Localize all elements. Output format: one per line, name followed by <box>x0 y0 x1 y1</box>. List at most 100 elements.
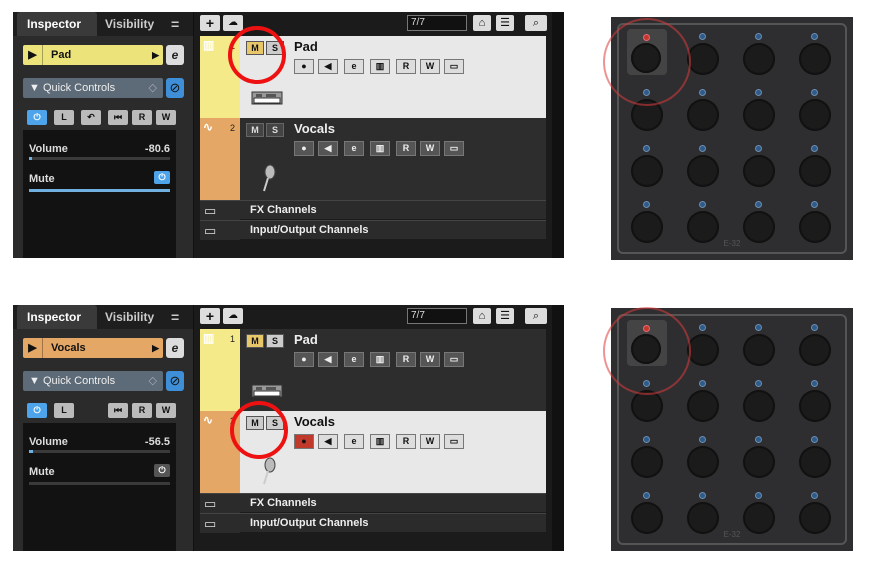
knob[interactable] <box>687 155 719 187</box>
knob[interactable] <box>687 390 719 422</box>
menu-icon[interactable]: = <box>171 12 179 36</box>
read-button[interactable]: R <box>132 403 152 418</box>
qc-volume[interactable]: Volume -80.6 <box>29 143 174 171</box>
link-icon[interactable]: L <box>54 403 74 418</box>
quick-controls-header[interactable]: ▼ Quick Controls ◇ <box>23 371 163 391</box>
knob[interactable] <box>631 502 663 534</box>
keyboard-icon[interactable]: ▥ <box>370 141 390 156</box>
tab-visibility[interactable]: Visibility <box>105 305 154 329</box>
write-button[interactable]: W <box>420 141 440 156</box>
knob[interactable] <box>743 334 775 366</box>
add-track-button[interactable]: + <box>200 15 220 31</box>
knob[interactable] <box>799 334 831 366</box>
add-instrument-icon[interactable]: ☁ <box>223 308 243 324</box>
record-button[interactable]: ● <box>294 352 314 367</box>
edit-button[interactable]: e <box>344 141 364 156</box>
knob[interactable] <box>799 155 831 187</box>
knob[interactable] <box>799 390 831 422</box>
keyboard-icon[interactable]: ▥ <box>370 434 390 449</box>
add-track-button[interactable]: + <box>200 308 220 324</box>
lanes-icon[interactable]: ▭ <box>444 59 464 74</box>
read-button[interactable]: R <box>396 352 416 367</box>
read-button[interactable]: R <box>396 141 416 156</box>
record-button[interactable]: ● <box>294 59 314 74</box>
visibility-icon[interactable]: ⌂ <box>473 15 491 31</box>
solo-button[interactable]: S <box>266 123 284 137</box>
write-button[interactable]: W <box>156 403 176 418</box>
mute-button[interactable]: M <box>246 123 264 137</box>
knob[interactable] <box>631 155 663 187</box>
read-button[interactable]: R <box>396 59 416 74</box>
knob[interactable] <box>687 43 719 75</box>
quick-controls-focus-button[interactable]: ⊘ <box>166 78 184 98</box>
search-icon[interactable]: ⌕ <box>525 15 547 31</box>
edit-button[interactable]: e <box>344 352 364 367</box>
visibility-icon[interactable]: ⌂ <box>473 308 491 324</box>
knob[interactable] <box>799 211 831 243</box>
prev-icon[interactable]: ⏮ <box>108 110 128 125</box>
knob[interactable] <box>799 99 831 131</box>
read-button[interactable]: R <box>396 434 416 449</box>
track-scrollbar[interactable] <box>552 305 564 551</box>
knob[interactable] <box>687 502 719 534</box>
monitor-button[interactable]: ◀ <box>318 141 338 156</box>
knob[interactable] <box>799 43 831 75</box>
list-icon[interactable]: ☰ <box>496 308 514 324</box>
folder-track[interactable]: ▭ FX Channels <box>200 200 546 220</box>
folder-track[interactable]: ▭ FX Channels <box>200 493 546 513</box>
track-row[interactable]: ∿ 2 M S Vocals ● ◀ e ▥ R W ▭ <box>200 118 546 200</box>
write-button[interactable]: W <box>156 110 176 125</box>
qc-volume-bar[interactable] <box>29 450 170 453</box>
qc-mute-toggle[interactable]: ⏻ <box>154 464 170 477</box>
edit-instrument-button[interactable]: e <box>166 338 184 358</box>
qc-mute[interactable]: Mute ⏻ <box>29 171 174 201</box>
inspector-track-name[interactable]: ▶ Vocals ▶ <box>23 338 163 358</box>
lanes-icon[interactable]: ▭ <box>444 141 464 156</box>
knob[interactable] <box>687 446 719 478</box>
write-button[interactable]: W <box>420 59 440 74</box>
knob[interactable] <box>687 211 719 243</box>
knob[interactable] <box>631 446 663 478</box>
knob[interactable] <box>631 211 663 243</box>
knob[interactable] <box>743 390 775 422</box>
knob[interactable] <box>743 155 775 187</box>
record-button[interactable]: ● <box>294 141 314 156</box>
knob[interactable] <box>799 502 831 534</box>
quick-controls-header[interactable]: ▼ Quick Controls ◇ <box>23 78 163 98</box>
prev-icon[interactable]: ⏮ <box>108 403 128 418</box>
search-icon[interactable]: ⌕ <box>525 308 547 324</box>
mute-button[interactable]: M <box>246 334 264 348</box>
record-button[interactable]: ● <box>294 434 314 449</box>
knob[interactable] <box>743 502 775 534</box>
knob[interactable] <box>687 334 719 366</box>
qc-mute-toggle[interactable]: ⏻ <box>154 171 170 184</box>
pin-icon[interactable]: ◇ <box>149 78 157 98</box>
write-button[interactable]: W <box>420 352 440 367</box>
menu-icon[interactable]: = <box>171 305 179 329</box>
quick-controls-focus-button[interactable]: ⊘ <box>166 371 184 391</box>
power-icon[interactable]: ⏻ <box>27 403 47 418</box>
track-scrollbar[interactable] <box>552 12 564 258</box>
monitor-button[interactable]: ◀ <box>318 434 338 449</box>
list-icon[interactable]: ☰ <box>496 15 514 31</box>
link-icon[interactable]: L <box>54 110 74 125</box>
monitor-button[interactable]: ◀ <box>318 59 338 74</box>
inspector-track-name[interactable]: ▶ Pad ▶ <box>23 45 163 65</box>
solo-button[interactable]: S <box>266 334 284 348</box>
keyboard-icon[interactable]: ▥ <box>370 59 390 74</box>
tab-inspector[interactable]: Inspector <box>17 12 97 36</box>
folder-track[interactable]: ▭ Input/Output Channels <box>200 220 546 240</box>
monitor-button[interactable]: ◀ <box>318 352 338 367</box>
qc-volume[interactable]: Volume -56.5 <box>29 436 174 464</box>
edit-button[interactable]: e <box>344 434 364 449</box>
lanes-icon[interactable]: ▭ <box>444 352 464 367</box>
undo-icon[interactable]: ↶ <box>81 110 101 125</box>
edit-button[interactable]: e <box>344 59 364 74</box>
add-instrument-icon[interactable]: ☁ <box>223 15 243 31</box>
write-button[interactable]: W <box>420 434 440 449</box>
knob[interactable] <box>743 99 775 131</box>
edit-instrument-button[interactable]: e <box>166 45 184 65</box>
read-button[interactable]: R <box>132 110 152 125</box>
pin-icon[interactable]: ◇ <box>149 371 157 391</box>
knob[interactable] <box>743 211 775 243</box>
